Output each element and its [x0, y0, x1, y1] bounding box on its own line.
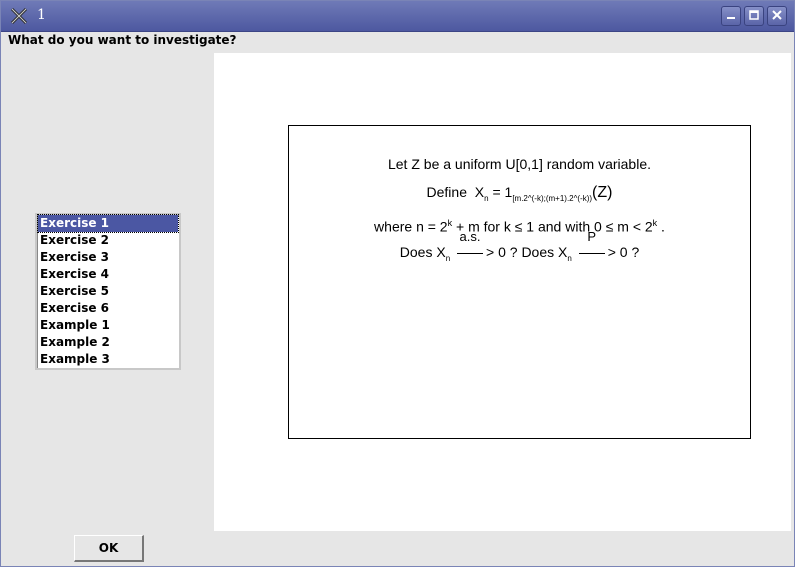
does-text-1: Does X: [399, 244, 446, 260]
indicator-subscript: [m.2^(-k);(m+1).2^(-k)): [512, 193, 593, 203]
statement-line-2: Define Xn = 1[m.2^(-k);(m+1).2^(-k))(Z): [289, 184, 750, 203]
define-text: Define: [426, 184, 467, 200]
period-text: .: [657, 218, 665, 235]
maximize-button[interactable]: [744, 6, 764, 26]
list-item[interactable]: Example 3: [38, 351, 178, 368]
mid-text: > 0 ? Does X: [486, 244, 568, 260]
list-item[interactable]: Example 2: [38, 334, 178, 351]
list-item[interactable]: Exercise 1: [37, 214, 179, 233]
as-label: a.s.: [459, 229, 481, 244]
z-argument: (Z): [592, 184, 613, 201]
close-icon: [772, 9, 782, 24]
n-subscript-3: n: [567, 253, 572, 263]
window-title: 1: [37, 7, 46, 23]
display-canvas: Let Z be a uniform U[0,1] random variabl…: [214, 53, 791, 531]
list-item[interactable]: Exercise 3: [38, 249, 178, 266]
exercise-statement-box: Let Z be a uniform U[0,1] random variabl…: [288, 125, 751, 439]
x-symbol: X: [474, 184, 485, 200]
list-item[interactable]: Exercise 2: [38, 232, 178, 249]
as-convergence-arrow: a.s.: [457, 229, 484, 257]
ok-button[interactable]: OK: [74, 535, 144, 562]
exercise-listbox[interactable]: Exercise 1 Exercise 2 Exercise 3 Exercise 4…: [35, 213, 181, 370]
list-item[interactable]: Exercise 4: [38, 266, 178, 283]
prompt-label: What do you want to investigate?: [8, 33, 237, 47]
list-item[interactable]: Exercise 6: [38, 300, 178, 317]
statement-line-4: Does Xn a.s. > 0 ? Does Xn P > 0 ?: [289, 229, 750, 263]
statement-line-3: where n = 2k + m for k ≤ 1 and with 0 ≤ …: [289, 218, 750, 235]
p-label: P: [587, 229, 597, 244]
maximize-icon: [749, 9, 759, 24]
where-text: where n = 2: [374, 218, 448, 235]
list-item[interactable]: Exercise 5: [38, 283, 178, 300]
end-text: > 0 ?: [607, 244, 640, 260]
application-window: 1 What do you want to investigate? Exerc…: [0, 0, 795, 567]
n-subscript-2: n: [445, 253, 451, 263]
minimize-button[interactable]: [721, 6, 741, 26]
close-button[interactable]: [767, 6, 787, 26]
equals-one: = 1: [488, 184, 513, 200]
title-bar[interactable]: 1: [1, 1, 794, 32]
app-icon[interactable]: [9, 6, 29, 26]
statement-line-1: Let Z be a uniform U[0,1] random variabl…: [387, 156, 652, 172]
minimize-icon: [726, 9, 736, 24]
p-convergence-arrow: P: [578, 229, 605, 257]
list-item[interactable]: Example 1: [38, 317, 178, 334]
